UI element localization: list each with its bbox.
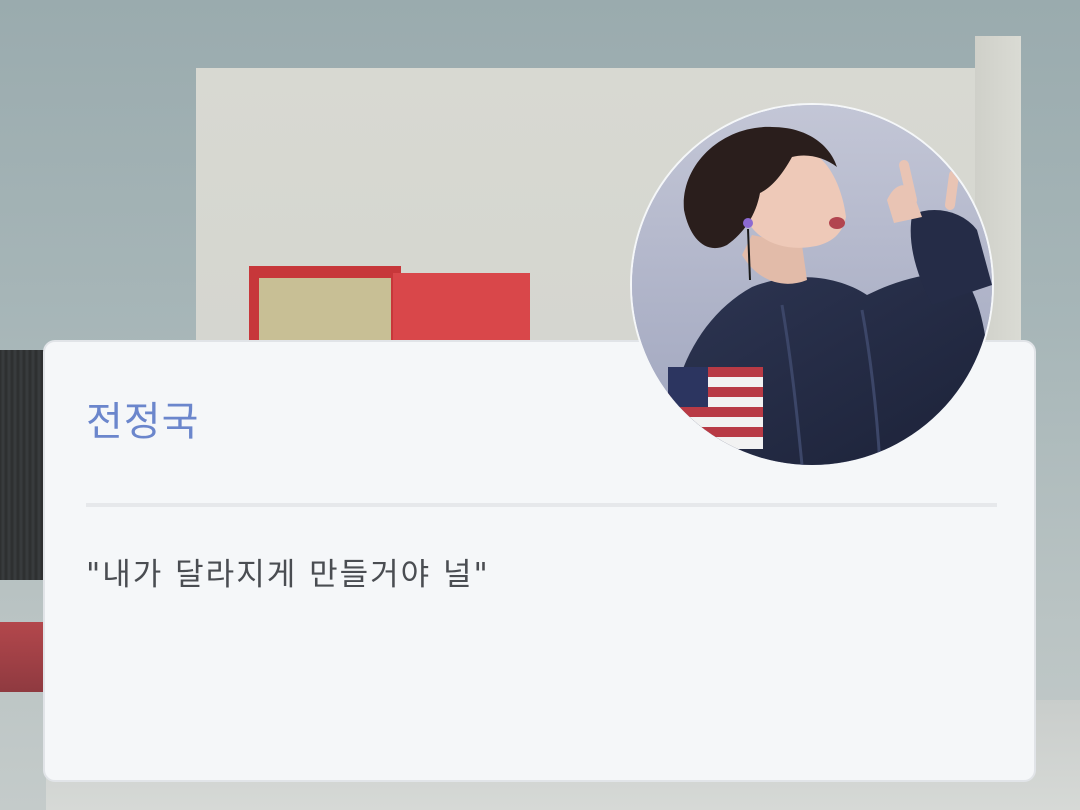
background-dark-door xyxy=(0,350,46,580)
background-window-pane xyxy=(259,278,391,342)
profile-screen: 전정국 "내가 달라지게 만들거야 널" xyxy=(0,0,1080,810)
card-divider xyxy=(86,503,997,507)
profile-name: 전정국 xyxy=(86,399,200,445)
avatar-photo xyxy=(632,105,992,465)
profile-quote: "내가 달라지게 만들거야 널" xyxy=(86,557,490,593)
background-red-strip xyxy=(0,622,46,692)
avatar[interactable] xyxy=(630,103,994,467)
background-red-panel xyxy=(393,273,530,345)
